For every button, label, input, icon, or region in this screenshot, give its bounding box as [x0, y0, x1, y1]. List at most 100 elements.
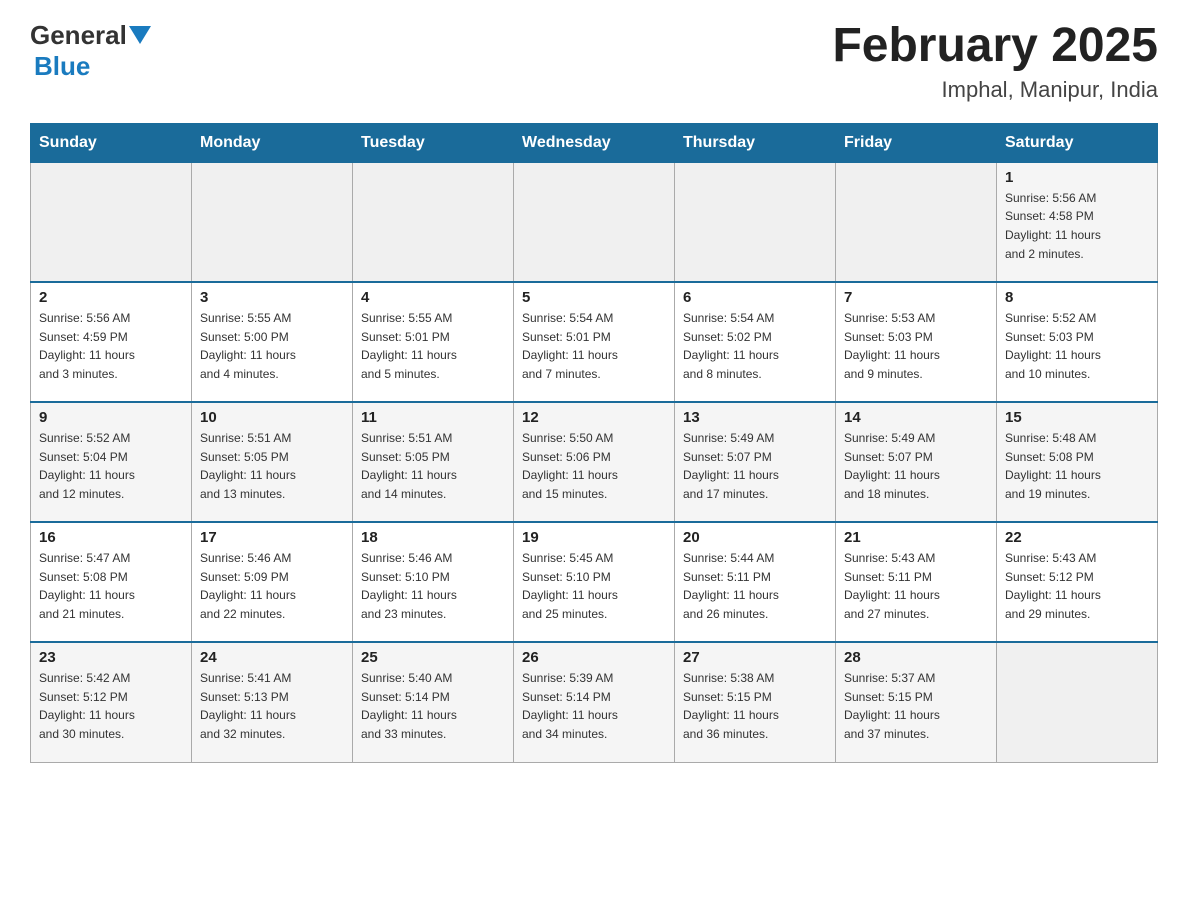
- day-number: 1: [1005, 169, 1149, 186]
- calendar-week-row: 9 Sunrise: 5:52 AM Sunset: 5:04 PM Daylig…: [31, 402, 1158, 522]
- calendar-day-cell: 15 Sunrise: 5:48 AM Sunset: 5:08 PM Dayli…: [997, 402, 1158, 522]
- calendar-day-cell: 2 Sunrise: 5:56 AM Sunset: 4:59 PM Daylig…: [31, 282, 192, 402]
- calendar-day-cell: [675, 162, 836, 282]
- day-info: Sunrise: 5:44 AM Sunset: 5:11 PM Dayligh…: [683, 549, 827, 623]
- day-number: 6: [683, 289, 827, 306]
- day-number: 15: [1005, 409, 1149, 426]
- day-number: 12: [522, 409, 666, 426]
- calendar-day-cell: 6 Sunrise: 5:54 AM Sunset: 5:02 PM Daylig…: [675, 282, 836, 402]
- day-number: 17: [200, 529, 344, 546]
- calendar-day-cell: 3 Sunrise: 5:55 AM Sunset: 5:00 PM Daylig…: [192, 282, 353, 402]
- calendar-header-saturday: Saturday: [997, 123, 1158, 162]
- calendar-header-sunday: Sunday: [31, 123, 192, 162]
- day-number: 10: [200, 409, 344, 426]
- month-title: February 2025: [832, 20, 1158, 73]
- calendar-header-wednesday: Wednesday: [514, 123, 675, 162]
- day-info: Sunrise: 5:38 AM Sunset: 5:15 PM Dayligh…: [683, 669, 827, 743]
- calendar-day-cell: 28 Sunrise: 5:37 AM Sunset: 5:15 PM Dayli…: [836, 642, 997, 762]
- calendar-day-cell: 26Sunrise: 5:39 AM Sunset: 5:14 PM Dayli…: [514, 642, 675, 762]
- calendar-day-cell: [514, 162, 675, 282]
- day-info: Sunrise: 5:49 AM Sunset: 5:07 PM Dayligh…: [683, 429, 827, 503]
- day-number: 5: [522, 289, 666, 306]
- calendar-day-cell: 12Sunrise: 5:50 AM Sunset: 5:06 PM Dayli…: [514, 402, 675, 522]
- logo-triangle-icon: [129, 26, 151, 44]
- day-number: 27: [683, 649, 827, 666]
- day-info: Sunrise: 5:56 AM Sunset: 4:58 PM Dayligh…: [1005, 189, 1149, 263]
- day-info: Sunrise: 5:41 AM Sunset: 5:13 PM Dayligh…: [200, 669, 344, 743]
- calendar-day-cell: 7 Sunrise: 5:53 AM Sunset: 5:03 PM Daylig…: [836, 282, 997, 402]
- day-info: Sunrise: 5:52 AM Sunset: 5:04 PM Dayligh…: [39, 429, 183, 503]
- calendar-day-cell: [997, 642, 1158, 762]
- day-number: 13: [683, 409, 827, 426]
- calendar-day-cell: 14Sunrise: 5:49 AM Sunset: 5:07 PM Dayli…: [836, 402, 997, 522]
- day-number: 21: [844, 529, 988, 546]
- day-number: 26: [522, 649, 666, 666]
- day-info: Sunrise: 5:47 AM Sunset: 5:08 PM Dayligh…: [39, 549, 183, 623]
- calendar-day-cell: [31, 162, 192, 282]
- day-number: 14: [844, 409, 988, 426]
- calendar-day-cell: 21Sunrise: 5:43 AM Sunset: 5:11 PM Dayli…: [836, 522, 997, 642]
- day-info: Sunrise: 5:55 AM Sunset: 5:01 PM Dayligh…: [361, 309, 505, 383]
- calendar-week-row: 1 Sunrise: 5:56 AM Sunset: 4:58 PM Daylig…: [31, 162, 1158, 282]
- calendar-header-tuesday: Tuesday: [353, 123, 514, 162]
- calendar-day-cell: 9 Sunrise: 5:52 AM Sunset: 5:04 PM Daylig…: [31, 402, 192, 522]
- day-info: Sunrise: 5:53 AM Sunset: 5:03 PM Dayligh…: [844, 309, 988, 383]
- day-number: 18: [361, 529, 505, 546]
- day-number: 23: [39, 649, 183, 666]
- calendar-day-cell: 23 Sunrise: 5:42 AM Sunset: 5:12 PM Dayli…: [31, 642, 192, 762]
- day-number: 4: [361, 289, 505, 306]
- calendar-day-cell: 5 Sunrise: 5:54 AM Sunset: 5:01 PM Daylig…: [514, 282, 675, 402]
- logo-general-text: General: [30, 20, 127, 51]
- calendar-day-cell: 25 Sunrise: 5:40 AM Sunset: 5:14 PM Dayli…: [353, 642, 514, 762]
- calendar-day-cell: 18 Sunrise: 5:46 AM Sunset: 5:10 PM Dayli…: [353, 522, 514, 642]
- day-number: 11: [361, 409, 505, 426]
- calendar-day-cell: 13 Sunrise: 5:49 AM Sunset: 5:07 PM Dayli…: [675, 402, 836, 522]
- calendar-day-cell: 27 Sunrise: 5:38 AM Sunset: 5:15 PM Dayli…: [675, 642, 836, 762]
- day-info: Sunrise: 5:55 AM Sunset: 5:00 PM Dayligh…: [200, 309, 344, 383]
- day-number: 2: [39, 289, 183, 306]
- calendar-day-cell: 10 Sunrise: 5:51 AM Sunset: 5:05 PM Dayli…: [192, 402, 353, 522]
- day-number: 24: [200, 649, 344, 666]
- day-number: 16: [39, 529, 183, 546]
- day-info: Sunrise: 5:54 AM Sunset: 5:02 PM Dayligh…: [683, 309, 827, 383]
- day-number: 7: [844, 289, 988, 306]
- day-number: 3: [200, 289, 344, 306]
- day-info: Sunrise: 5:42 AM Sunset: 5:12 PM Dayligh…: [39, 669, 183, 743]
- calendar-day-cell: 17 Sunrise: 5:46 AM Sunset: 5:09 PM Dayli…: [192, 522, 353, 642]
- day-info: Sunrise: 5:51 AM Sunset: 5:05 PM Dayligh…: [200, 429, 344, 503]
- day-number: 22: [1005, 529, 1149, 546]
- day-info: Sunrise: 5:54 AM Sunset: 5:01 PM Dayligh…: [522, 309, 666, 383]
- day-info: Sunrise: 5:48 AM Sunset: 5:08 PM Dayligh…: [1005, 429, 1149, 503]
- calendar-day-cell: 24 Sunrise: 5:41 AM Sunset: 5:13 PM Dayli…: [192, 642, 353, 762]
- day-info: Sunrise: 5:37 AM Sunset: 5:15 PM Dayligh…: [844, 669, 988, 743]
- calendar-day-cell: 4 Sunrise: 5:55 AM Sunset: 5:01 PM Daylig…: [353, 282, 514, 402]
- calendar-day-cell: [353, 162, 514, 282]
- day-number: 20: [683, 529, 827, 546]
- calendar-table: SundayMondayTuesdayWednesdayThursdayFrid…: [30, 123, 1158, 763]
- calendar-header-row: SundayMondayTuesdayWednesdayThursdayFrid…: [31, 123, 1158, 162]
- day-info: Sunrise: 5:40 AM Sunset: 5:14 PM Dayligh…: [361, 669, 505, 743]
- calendar-day-cell: 1 Sunrise: 5:56 AM Sunset: 4:58 PM Daylig…: [997, 162, 1158, 282]
- calendar-header-monday: Monday: [192, 123, 353, 162]
- calendar-day-cell: 11 Sunrise: 5:51 AM Sunset: 5:05 PM Dayli…: [353, 402, 514, 522]
- calendar-day-cell: 20 Sunrise: 5:44 AM Sunset: 5:11 PM Dayli…: [675, 522, 836, 642]
- day-number: 8: [1005, 289, 1149, 306]
- location-title: Imphal, Manipur, India: [832, 77, 1158, 103]
- calendar-day-cell: 16 Sunrise: 5:47 AM Sunset: 5:08 PM Dayli…: [31, 522, 192, 642]
- logo: General Blue: [30, 20, 151, 82]
- day-number: 25: [361, 649, 505, 666]
- day-info: Sunrise: 5:52 AM Sunset: 5:03 PM Dayligh…: [1005, 309, 1149, 383]
- calendar-day-cell: 22 Sunrise: 5:43 AM Sunset: 5:12 PM Dayli…: [997, 522, 1158, 642]
- day-info: Sunrise: 5:56 AM Sunset: 4:59 PM Dayligh…: [39, 309, 183, 383]
- day-info: Sunrise: 5:43 AM Sunset: 5:12 PM Dayligh…: [1005, 549, 1149, 623]
- day-info: Sunrise: 5:46 AM Sunset: 5:09 PM Dayligh…: [200, 549, 344, 623]
- day-number: 9: [39, 409, 183, 426]
- calendar-day-cell: 8 Sunrise: 5:52 AM Sunset: 5:03 PM Daylig…: [997, 282, 1158, 402]
- day-info: Sunrise: 5:51 AM Sunset: 5:05 PM Dayligh…: [361, 429, 505, 503]
- calendar-week-row: 23 Sunrise: 5:42 AM Sunset: 5:12 PM Dayli…: [31, 642, 1158, 762]
- day-number: 28: [844, 649, 988, 666]
- calendar-week-row: 2 Sunrise: 5:56 AM Sunset: 4:59 PM Daylig…: [31, 282, 1158, 402]
- calendar-day-cell: [192, 162, 353, 282]
- day-info: Sunrise: 5:46 AM Sunset: 5:10 PM Dayligh…: [361, 549, 505, 623]
- calendar-day-cell: 19Sunrise: 5:45 AM Sunset: 5:10 PM Dayli…: [514, 522, 675, 642]
